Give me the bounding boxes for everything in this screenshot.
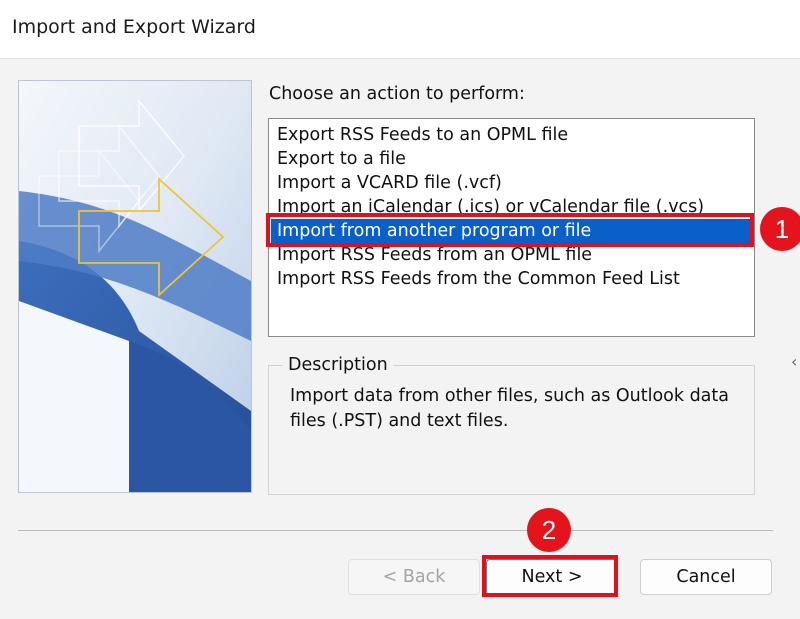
import-export-wizard-window: Import and Export Wizard Choose an actio… <box>0 0 800 619</box>
list-item-import-icalendar[interactable]: Import an iCalendar (.ics) or vCalendar … <box>271 195 752 219</box>
window-title: Import and Export Wizard <box>12 16 256 38</box>
wizard-illustration <box>18 80 252 493</box>
step-2-badge: 2 <box>527 508 571 552</box>
cancel-button[interactable]: Cancel <box>640 559 772 595</box>
choose-action-label: Choose an action to perform: <box>269 84 525 104</box>
footer-separator <box>18 530 773 531</box>
list-item-export-to-file[interactable]: Export to a file <box>271 147 752 171</box>
title-bar: Import and Export Wizard <box>0 0 800 59</box>
list-item-export-rss-opml[interactable]: Export RSS Feeds to an OPML file <box>271 123 752 147</box>
description-text: Import data from other files, such as Ou… <box>290 386 729 431</box>
back-button[interactable]: < Back <box>348 559 480 595</box>
description-legend: Description <box>283 355 393 375</box>
list-item-import-rss-opml[interactable]: Import RSS Feeds from an OPML file <box>271 243 752 267</box>
edge-partial-icon: ‹ <box>791 352 798 371</box>
list-item-import-vcard[interactable]: Import a VCARD file (.vcf) <box>271 171 752 195</box>
step-1-badge: 1 <box>760 207 800 251</box>
wizard-arrows-graphic <box>19 81 251 492</box>
action-listbox[interactable]: Export RSS Feeds to an OPML file Export … <box>268 118 755 337</box>
next-button[interactable]: Next > <box>486 559 618 595</box>
list-item-import-from-program-or-file[interactable]: Import from another program or file <box>271 219 752 243</box>
list-item-import-rss-common-feed[interactable]: Import RSS Feeds from the Common Feed Li… <box>271 267 752 291</box>
